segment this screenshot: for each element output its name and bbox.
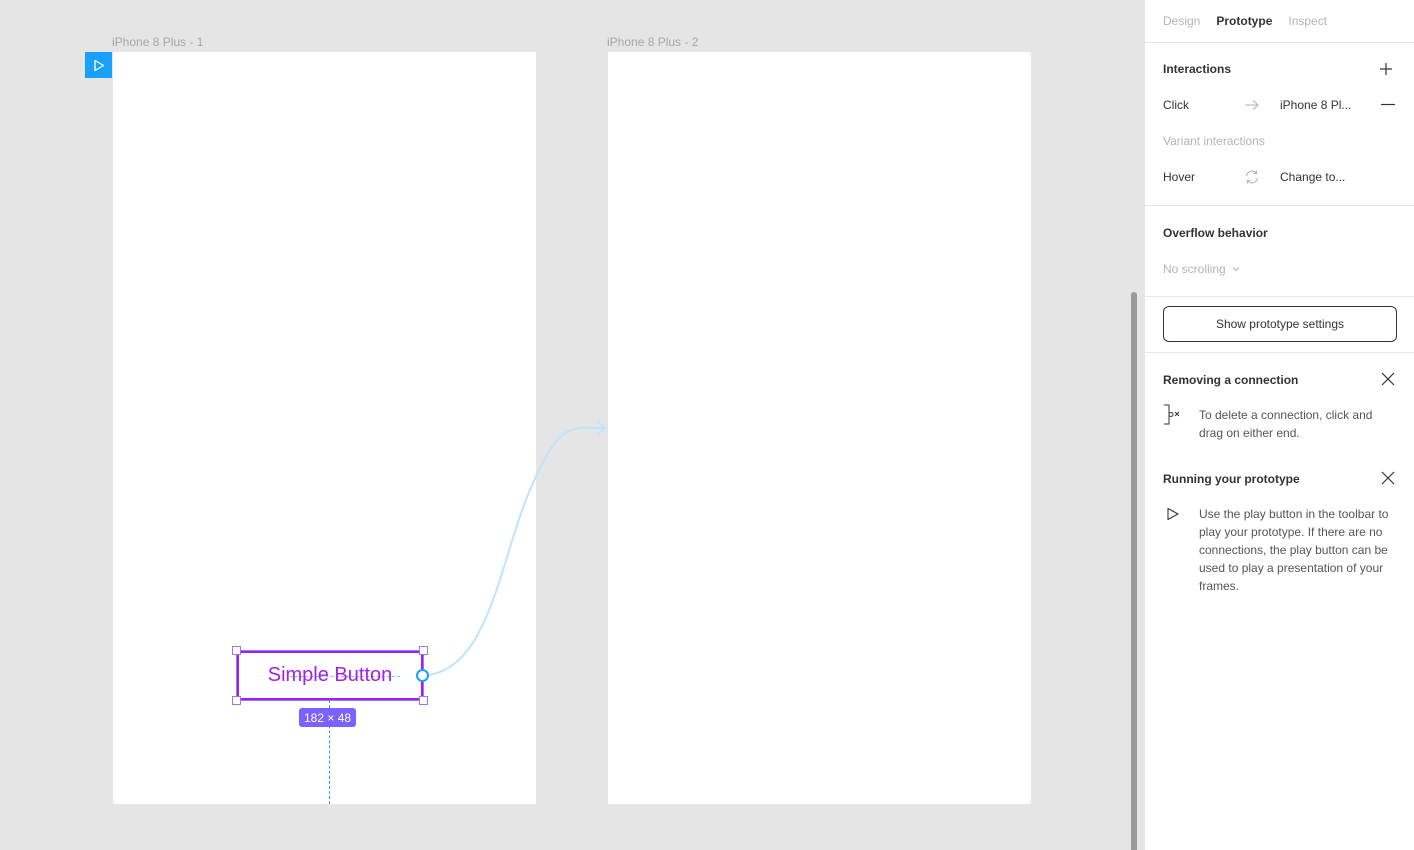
arrow-right-icon bbox=[1245, 100, 1259, 110]
size-badge: 182 × 48 bbox=[299, 708, 357, 727]
connection-node[interactable] bbox=[416, 669, 429, 682]
minus-icon[interactable] bbox=[1381, 103, 1395, 106]
properties-panel: Design Prototype Inspect Interactions Cl… bbox=[1144, 0, 1414, 850]
connection-remove-icon bbox=[1164, 404, 1180, 425]
resize-handle-tl[interactable] bbox=[232, 646, 241, 655]
resize-handle-tr[interactable] bbox=[419, 646, 428, 655]
help-removing-title: Removing a connection bbox=[1163, 373, 1299, 387]
tab-prototype[interactable]: Prototype bbox=[1216, 14, 1272, 28]
tab-design[interactable]: Design bbox=[1163, 14, 1200, 28]
interaction-target[interactable]: iPhone 8 Pl... bbox=[1280, 98, 1351, 112]
help-running-text: Use the play button in the toolbar to pl… bbox=[1199, 507, 1389, 593]
simple-button[interactable]: Simple Button bbox=[237, 651, 423, 700]
canvas[interactable]: iPhone 8 Plus - 1 iPhone 8 Plus - 2 Simp… bbox=[0, 0, 1144, 850]
help-running-title: Running your prototype bbox=[1163, 472, 1300, 486]
interactions-title: Interactions bbox=[1163, 62, 1232, 76]
canvas-scrollbar[interactable] bbox=[1131, 292, 1137, 850]
plus-icon[interactable] bbox=[1379, 62, 1393, 76]
help-removing-text: To delete a connection, click and drag o… bbox=[1199, 408, 1373, 440]
variant-interactions-title: Variant interactions bbox=[1163, 134, 1265, 148]
interaction-trigger-click[interactable]: Click bbox=[1163, 98, 1189, 112]
resize-handle-bl[interactable] bbox=[232, 696, 241, 705]
swap-icon bbox=[1245, 170, 1259, 184]
simple-button-label: Simple Button bbox=[267, 664, 393, 686]
close-icon[interactable] bbox=[1381, 471, 1395, 485]
play-icon bbox=[1167, 507, 1179, 521]
variant-trigger-hover[interactable]: Hover bbox=[1163, 170, 1195, 184]
variant-target[interactable]: Change to... bbox=[1280, 170, 1345, 184]
resize-handle-br[interactable] bbox=[419, 696, 428, 705]
close-icon[interactable] bbox=[1381, 372, 1395, 386]
interactions-section: Interactions Click iPhone 8 Pl... Varian… bbox=[1145, 43, 1414, 206]
overflow-section: Overflow behavior No scrolling bbox=[1145, 206, 1414, 297]
overflow-dropdown[interactable]: No scrolling bbox=[1163, 262, 1240, 276]
show-prototype-settings-button[interactable]: Show prototype settings bbox=[1163, 306, 1397, 342]
tab-inspect[interactable]: Inspect bbox=[1288, 14, 1327, 28]
connection-line[interactable] bbox=[0, 0, 1144, 850]
panel-tabs: Design Prototype Inspect bbox=[1145, 0, 1414, 43]
overflow-title: Overflow behavior bbox=[1163, 226, 1268, 240]
overflow-value: No scrolling bbox=[1163, 262, 1226, 276]
chevron-down-icon bbox=[1232, 267, 1240, 272]
